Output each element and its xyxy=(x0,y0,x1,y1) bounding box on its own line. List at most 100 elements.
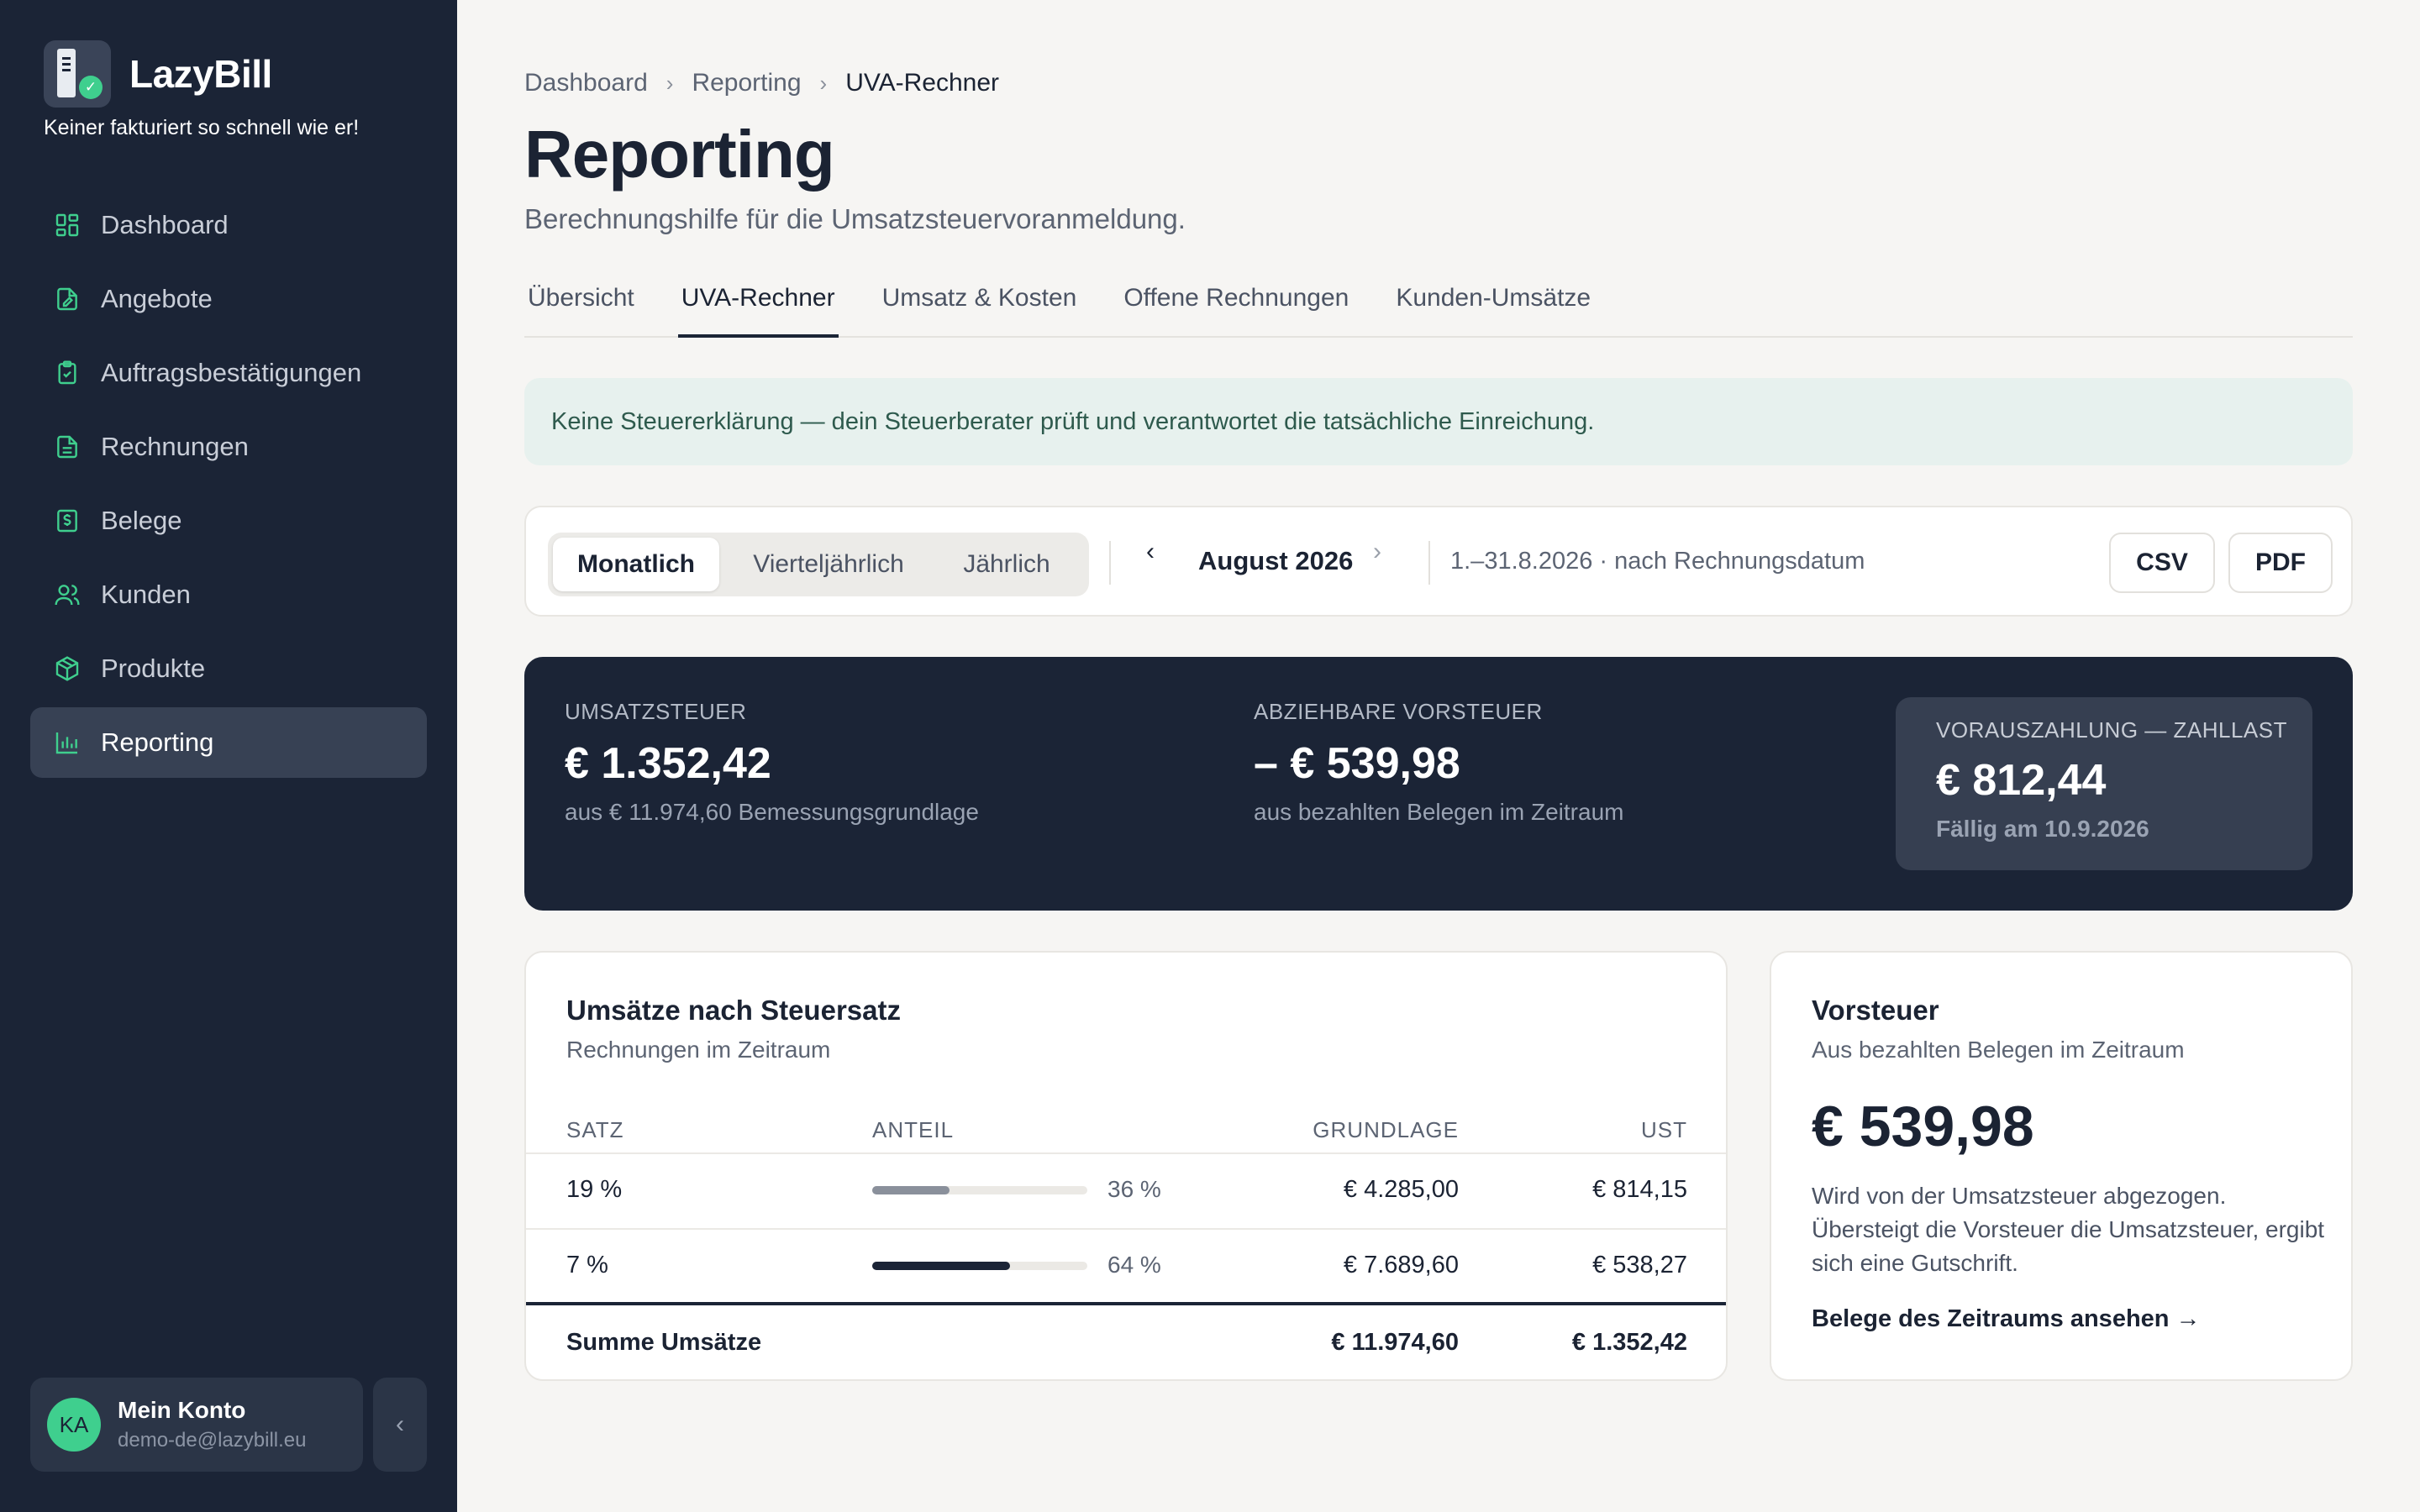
brand[interactable]: ✓ LazyBill xyxy=(44,40,272,108)
period-range: 1.–31.8.2026 · nach Rechnungsdatum xyxy=(1450,548,1865,575)
column-header-grundlage: GRUNDLAGE xyxy=(1313,1117,1459,1142)
row-satz: 19 % xyxy=(566,1176,623,1203)
row-ust: € 538,27 xyxy=(1592,1252,1687,1278)
sidebar-item-produkte[interactable]: Produkte xyxy=(30,633,427,704)
sidebar: ✓ LazyBill Keiner fakturiert so schnell … xyxy=(0,0,457,1512)
column-header-ust: UST xyxy=(1641,1117,1687,1142)
sidebar-item-label: Dashboard xyxy=(101,210,229,239)
dashboard-icon xyxy=(54,212,81,239)
total-grundlage: € 11.974,60 xyxy=(1331,1329,1459,1356)
belege-link[interactable]: Belege des Zeitraums ansehen → xyxy=(1812,1305,2201,1333)
vorsteuer-description: Wird von der Umsatzsteuer abgezogen. Übe… xyxy=(1812,1183,2325,1276)
summary-value: – € 539,98 xyxy=(1254,739,1460,788)
period-yearly-button[interactable]: Jährlich xyxy=(939,538,1074,591)
share-bar xyxy=(872,1262,1087,1270)
summary-label: UMSATZSTEUER xyxy=(565,699,747,724)
chevron-right-icon[interactable]: › xyxy=(1373,538,1381,566)
summary-note: aus bezahlten Belegen im Zeitraum xyxy=(1254,799,1624,825)
clipboard-check-icon xyxy=(54,360,81,386)
tab-uva-rechner[interactable]: UVA-Rechner xyxy=(677,277,839,338)
offer-icon xyxy=(54,286,81,312)
sidebar-item-label: Belege xyxy=(101,506,182,535)
chevron-left-icon: ‹ xyxy=(396,1410,404,1438)
card-subtitle: Rechnungen im Zeitraum xyxy=(566,1037,831,1063)
row-grundlage: € 7.689,60 xyxy=(1343,1252,1459,1278)
tab-uebersicht[interactable]: Übersicht xyxy=(524,277,638,338)
summary-note: aus € 11.974,60 Bemessungsgrundlage xyxy=(565,799,979,825)
row-anteil: 64 % xyxy=(1107,1252,1161,1278)
summary-due-date: Fällig am 10.9.2026 xyxy=(1936,816,2149,842)
column-header-satz: SATZ xyxy=(566,1117,624,1142)
sidebar-item-belege[interactable]: Belege xyxy=(30,486,427,556)
row-satz: 7 % xyxy=(566,1252,608,1278)
csv-export-button[interactable]: CSV xyxy=(2109,533,2215,593)
divider xyxy=(1428,541,1430,585)
lazybill-logo-icon: ✓ xyxy=(44,40,111,108)
chevron-right-icon: › xyxy=(819,70,828,96)
brand-name: LazyBill xyxy=(129,52,272,96)
chevron-left-icon[interactable]: ‹ xyxy=(1146,538,1155,566)
summary-umsatzsteuer: UMSATZSTEUER € 1.352,42 aus € 11.974,60 … xyxy=(565,699,979,826)
sidebar-item-dashboard[interactable]: Dashboard xyxy=(30,190,427,260)
page-subtitle: Berechnungshilfe für die Umsatzsteuervor… xyxy=(524,203,1186,234)
sidebar-item-label: Auftragsbestätigungen xyxy=(101,358,362,387)
row-anteil: 36 % xyxy=(1107,1176,1161,1202)
invoice-icon xyxy=(54,433,81,460)
divider xyxy=(526,1152,1726,1154)
breadcrumb-current: UVA-Rechner xyxy=(845,69,1000,97)
tax-summary: UMSATZSTEUER € 1.352,42 aus € 11.974,60 … xyxy=(524,657,2353,911)
sidebar-item-label: Reporting xyxy=(101,727,214,757)
sidebar-item-label: Rechnungen xyxy=(101,432,249,461)
account-email: demo-de@lazybill.eu xyxy=(118,1429,307,1452)
tab-umsatz-kosten[interactable]: Umsatz & Kosten xyxy=(879,277,1081,338)
period-monthly-button[interactable]: Monatlich xyxy=(553,538,719,591)
share-bar xyxy=(872,1186,1087,1194)
period-label: August 2026 xyxy=(1198,546,1354,575)
report-tabs: Übersicht UVA-Rechner Umsatz & Kosten Of… xyxy=(524,277,2353,338)
period-quarterly-button[interactable]: Vierteljährlich xyxy=(738,538,919,591)
sidebar-item-label: Kunden xyxy=(101,580,191,609)
sidebar-item-reporting[interactable]: Reporting xyxy=(30,707,427,778)
account-menu[interactable]: KA Mein Konto demo-de@lazybill.eu xyxy=(30,1378,363,1472)
bar-chart-icon xyxy=(54,729,81,756)
tab-offene-rechnungen[interactable]: Offene Rechnungen xyxy=(1120,277,1352,338)
breadcrumb-dashboard[interactable]: Dashboard xyxy=(524,69,648,97)
sidebar-nav: Dashboard Angebote Auftragsbestätigungen… xyxy=(30,190,427,781)
receipt-icon xyxy=(54,507,81,534)
total-label: Summe Umsätze xyxy=(566,1329,762,1356)
sidebar-item-label: Produkte xyxy=(101,654,206,683)
tab-kunden-umsaetze[interactable]: Kunden-Umsätze xyxy=(1392,277,1594,338)
brand-tagline: Keiner fakturiert so schnell wie er! xyxy=(44,116,360,139)
card-title: Vorsteuer xyxy=(1812,995,1939,1026)
period-toolbar: Monatlich Vierteljährlich Jährlich ‹ Aug… xyxy=(524,506,2353,617)
column-header-anteil: ANTEIL xyxy=(872,1117,955,1142)
sidebar-item-auftragsbestaetigungen[interactable]: Auftragsbestätigungen xyxy=(30,338,427,408)
vorsteuer-value: € 539,98 xyxy=(1812,1095,2034,1158)
summary-zahllast: VORAUSZAHLUNG — ZAHLLAST € 812,44 Fällig… xyxy=(1896,697,2312,870)
vorsteuer-card: Vorsteuer Aus bezahlten Belegen im Zeitr… xyxy=(1770,951,2353,1381)
page-title: Reporting xyxy=(524,117,835,192)
sidebar-item-rechnungen[interactable]: Rechnungen xyxy=(30,412,427,482)
chevron-right-icon: › xyxy=(666,70,674,96)
summary-label: VORAUSZAHLUNG — ZAHLLAST xyxy=(1936,717,2287,743)
pdf-export-button[interactable]: PDF xyxy=(2228,533,2333,593)
customers-icon xyxy=(54,581,81,608)
divider xyxy=(526,1302,1726,1305)
summary-vorsteuer: ABZIEHBARE VORSTEUER – € 539,98 aus beza… xyxy=(1254,699,1623,826)
card-subtitle: Aus bezahlten Belegen im Zeitraum xyxy=(1812,1037,2185,1063)
summary-value: € 1.352,42 xyxy=(565,739,771,788)
summary-label: ABZIEHBARE VORSTEUER xyxy=(1254,699,1543,724)
account-name: Mein Konto xyxy=(118,1397,246,1423)
summary-value: € 812,44 xyxy=(1936,756,2107,805)
divider xyxy=(526,1228,1726,1230)
share-bar-fill xyxy=(872,1262,1010,1270)
sidebar-item-angebote[interactable]: Angebote xyxy=(30,264,427,334)
row-grundlage: € 4.285,00 xyxy=(1343,1176,1459,1203)
divider xyxy=(1109,541,1111,585)
sidebar-item-kunden[interactable]: Kunden xyxy=(30,559,427,630)
sidebar-item-label: Angebote xyxy=(101,284,213,313)
avatar: KA xyxy=(47,1398,101,1452)
breadcrumb-reporting[interactable]: Reporting xyxy=(692,69,801,97)
collapse-sidebar-button[interactable]: ‹ xyxy=(373,1378,427,1472)
card-title: Umsätze nach Steuersatz xyxy=(566,995,901,1026)
